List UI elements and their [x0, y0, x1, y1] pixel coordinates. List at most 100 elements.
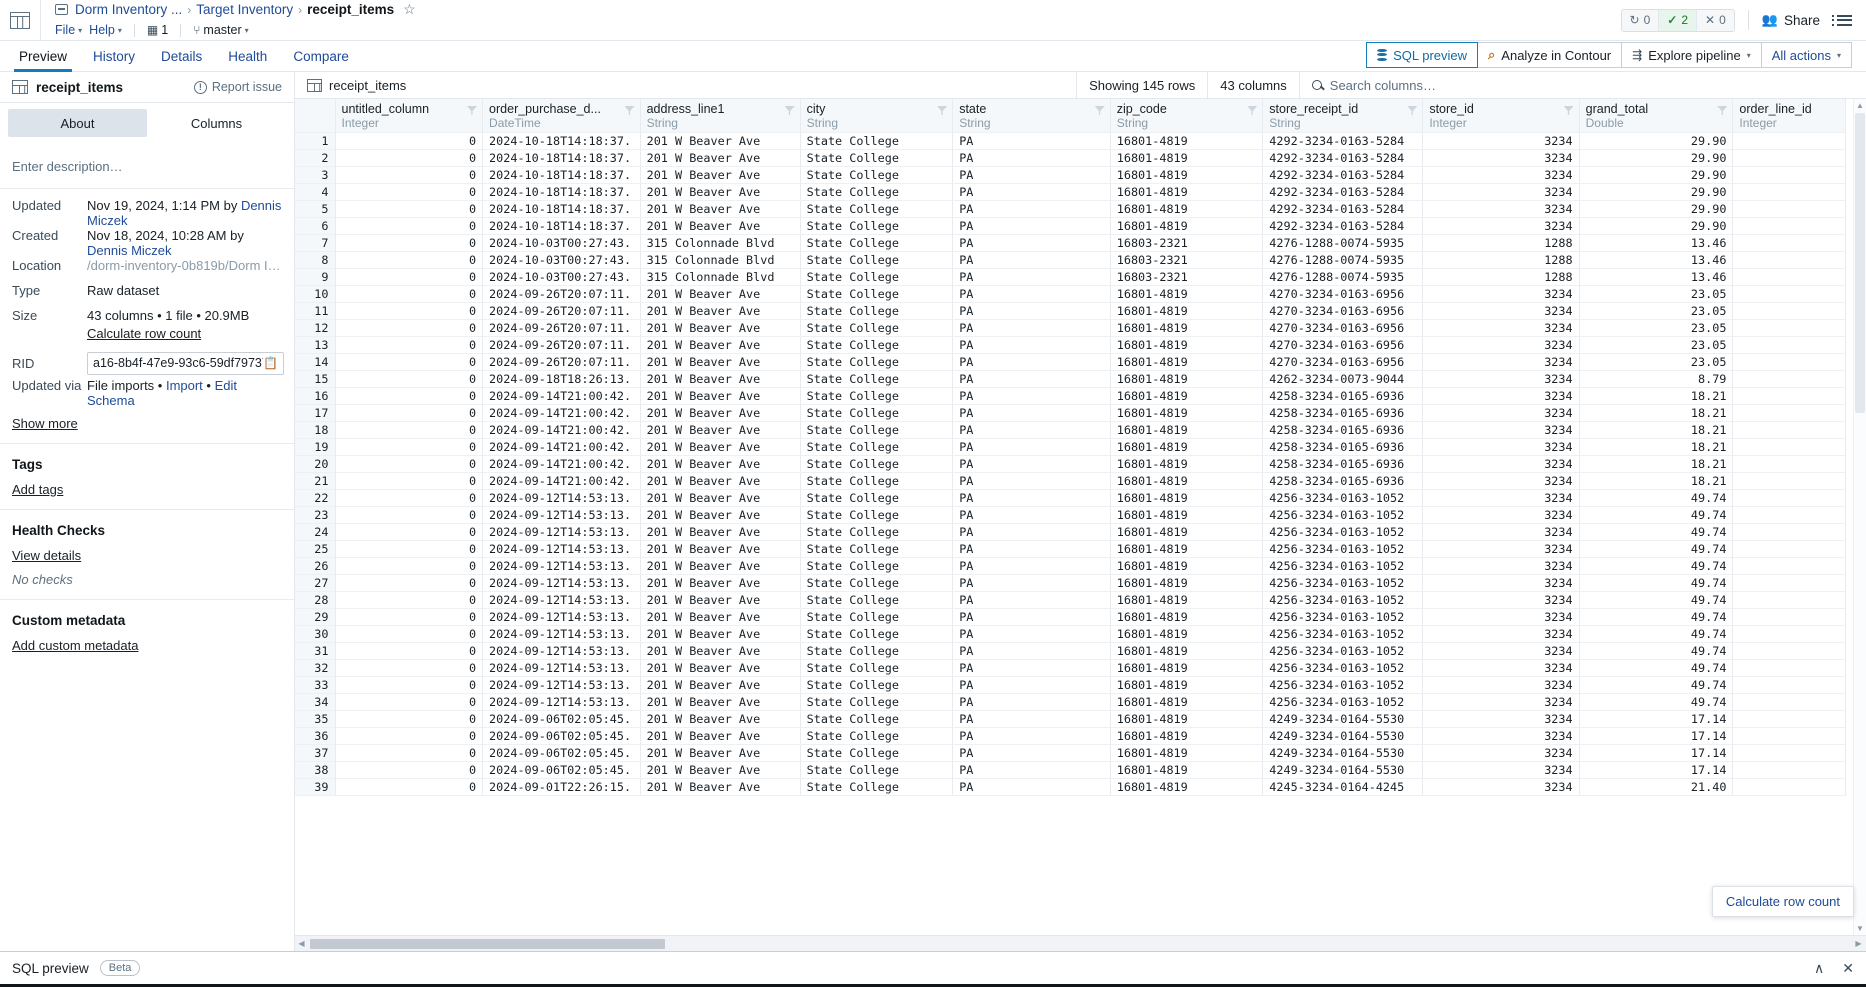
table-cell[interactable]: 2024-09-06T02:05:45.: [482, 744, 641, 762]
table-cell[interactable]: 0: [335, 251, 484, 269]
table-cell[interactable]: 201 W Beaver Ave: [640, 200, 801, 218]
table-cell[interactable]: [1732, 659, 1846, 677]
table-cell[interactable]: 4249-3234-0164-5530: [1262, 744, 1424, 762]
table-cell[interactable]: State College: [800, 268, 954, 286]
breadcrumb-item-0[interactable]: Dorm Inventory ...: [75, 2, 182, 17]
show-more-link[interactable]: Show more: [12, 416, 78, 431]
all-actions-button[interactable]: All actions ▾: [1761, 42, 1852, 68]
tab-health[interactable]: Health: [215, 49, 280, 71]
table-cell[interactable]: 201 W Beaver Ave: [640, 557, 801, 575]
table-cell[interactable]: 4270-3234-0163-6956: [1262, 302, 1424, 320]
table-row[interactable]: 13 0 2024-09-26T20:07:11. 201 W Beaver Ave S…: [295, 336, 1846, 354]
table-cell[interactable]: 3234: [1422, 200, 1580, 218]
table-cell[interactable]: [1732, 710, 1846, 728]
table-cell[interactable]: [1732, 285, 1846, 303]
share-button[interactable]: 👥 Share: [1762, 12, 1820, 28]
table-cell[interactable]: 2024-09-12T14:53:13.: [482, 540, 641, 558]
table-cell[interactable]: 0: [335, 489, 484, 507]
table-cell[interactable]: 16801-4819: [1110, 438, 1264, 456]
table-cell[interactable]: 16801-4819: [1110, 183, 1264, 201]
table-row[interactable]: 34 0 2024-09-12T14:53:13. 201 W Beaver Ave S…: [295, 693, 1846, 711]
table-cell[interactable]: PA: [952, 608, 1111, 626]
table-cell[interactable]: 3234: [1422, 659, 1580, 677]
table-cell[interactable]: 4258-3234-0165-6936: [1262, 404, 1424, 422]
table-cell[interactable]: 29.90: [1579, 166, 1734, 184]
table-cell[interactable]: 4270-3234-0163-6956: [1262, 285, 1424, 303]
tab-details[interactable]: Details: [148, 49, 215, 71]
table-cell[interactable]: 4256-3234-0163-1052: [1262, 625, 1424, 643]
table-cell[interactable]: State College: [800, 438, 954, 456]
table-row[interactable]: 8 0 2024-10-03T00:27:43. 315 Colonnade Blvd…: [295, 251, 1846, 269]
table-row[interactable]: 23 0 2024-09-12T14:53:13. 201 W Beaver Ave S…: [295, 506, 1846, 524]
table-cell[interactable]: 2024-10-03T00:27:43.: [482, 234, 641, 252]
branch-selector[interactable]: ⑂ master ▾: [193, 23, 248, 37]
add-custom-metadata-link[interactable]: Add custom metadata: [12, 638, 138, 653]
table-cell[interactable]: 2024-09-26T20:07:11.: [482, 319, 641, 337]
table-cell[interactable]: 4256-3234-0163-1052: [1262, 642, 1424, 660]
table-cell[interactable]: [1732, 608, 1846, 626]
scroll-left-icon[interactable]: ◀: [295, 939, 308, 948]
table-cell[interactable]: PA: [952, 693, 1111, 711]
table-cell[interactable]: 23.05: [1579, 336, 1734, 354]
table-cell[interactable]: [1732, 455, 1846, 473]
table-cell[interactable]: 3234: [1422, 744, 1580, 762]
table-cell[interactable]: 16801-4819: [1110, 353, 1264, 371]
search-columns-input[interactable]: Search columns…: [1298, 71, 1866, 99]
table-cell[interactable]: 3234: [1422, 370, 1580, 388]
table-cell[interactable]: 2024-09-06T02:05:45.: [482, 761, 641, 779]
table-cell[interactable]: [1732, 234, 1846, 252]
table-cell[interactable]: [1732, 557, 1846, 575]
table-row[interactable]: 9 0 2024-10-03T00:27:43. 315 Colonnade Blvd…: [295, 268, 1846, 286]
table-cell[interactable]: 4276-1288-0074-5935: [1262, 251, 1424, 269]
table-cell[interactable]: 201 W Beaver Ave: [640, 540, 801, 558]
table-cell[interactable]: 2024-09-14T21:00:42.: [482, 421, 641, 439]
table-cell[interactable]: 0: [335, 404, 484, 422]
table-cell[interactable]: 2024-09-12T14:53:13.: [482, 625, 641, 643]
column-header-store-id[interactable]: store_id Integer: [1422, 99, 1580, 133]
table-cell[interactable]: 18.21: [1579, 472, 1734, 490]
table-cell[interactable]: 2024-09-12T14:53:13.: [482, 659, 641, 677]
table-cell[interactable]: 0: [335, 149, 484, 167]
table-cell[interactable]: 201 W Beaver Ave: [640, 336, 801, 354]
table-cell[interactable]: [1732, 302, 1846, 320]
table-cell[interactable]: 315 Colonnade Blvd: [640, 268, 801, 286]
table-cell[interactable]: 2024-10-18T14:18:37.: [482, 166, 641, 184]
table-cell[interactable]: PA: [952, 302, 1111, 320]
table-cell[interactable]: 0: [335, 625, 484, 643]
table-cell[interactable]: [1732, 727, 1846, 745]
table-cell[interactable]: [1732, 149, 1846, 167]
table-cell[interactable]: 16801-4819: [1110, 761, 1264, 779]
sql-preview-button[interactable]: SQL preview: [1366, 42, 1479, 68]
table-cell[interactable]: 49.74: [1579, 506, 1734, 524]
table-cell[interactable]: 49.74: [1579, 642, 1734, 660]
table-cell[interactable]: 2024-10-18T14:18:37.: [482, 217, 641, 235]
table-cell[interactable]: [1732, 472, 1846, 490]
table-cell[interactable]: 0: [335, 778, 484, 796]
table-cell[interactable]: 49.74: [1579, 574, 1734, 592]
table-cell[interactable]: 16801-4819: [1110, 370, 1264, 388]
table-cell[interactable]: State College: [800, 489, 954, 507]
table-cell[interactable]: [1732, 574, 1846, 592]
table-cell[interactable]: PA: [952, 744, 1111, 762]
table-row[interactable]: 17 0 2024-09-14T21:00:42. 201 W Beaver Ave S…: [295, 404, 1846, 422]
table-cell[interactable]: 49.74: [1579, 591, 1734, 609]
table-row[interactable]: 20 0 2024-09-14T21:00:42. 201 W Beaver Ave S…: [295, 455, 1846, 473]
table-cell[interactable]: [1732, 489, 1846, 507]
table-cell[interactable]: PA: [952, 557, 1111, 575]
table-cell[interactable]: 17.14: [1579, 727, 1734, 745]
column-filter-icon[interactable]: [1095, 106, 1105, 115]
menu-help[interactable]: Help ▾: [89, 23, 122, 37]
breadcrumb-item-1[interactable]: Target Inventory: [196, 2, 293, 17]
table-cell[interactable]: PA: [952, 251, 1111, 269]
column-header-zip-code[interactable]: zip_code String: [1110, 99, 1264, 133]
table-cell[interactable]: [1732, 540, 1846, 558]
table-cell[interactable]: 2024-09-12T14:53:13.: [482, 523, 641, 541]
table-row[interactable]: 7 0 2024-10-03T00:27:43. 315 Colonnade Blvd…: [295, 234, 1846, 252]
table-cell[interactable]: 29.90: [1579, 149, 1734, 167]
table-cell[interactable]: 4270-3234-0163-6956: [1262, 319, 1424, 337]
table-cell[interactable]: 29.90: [1579, 217, 1734, 235]
table-cell[interactable]: State College: [800, 319, 954, 337]
table-cell[interactable]: State College: [800, 761, 954, 779]
horizontal-scrollbar[interactable]: ◀ ▶: [295, 935, 1866, 951]
table-cell[interactable]: State College: [800, 472, 954, 490]
